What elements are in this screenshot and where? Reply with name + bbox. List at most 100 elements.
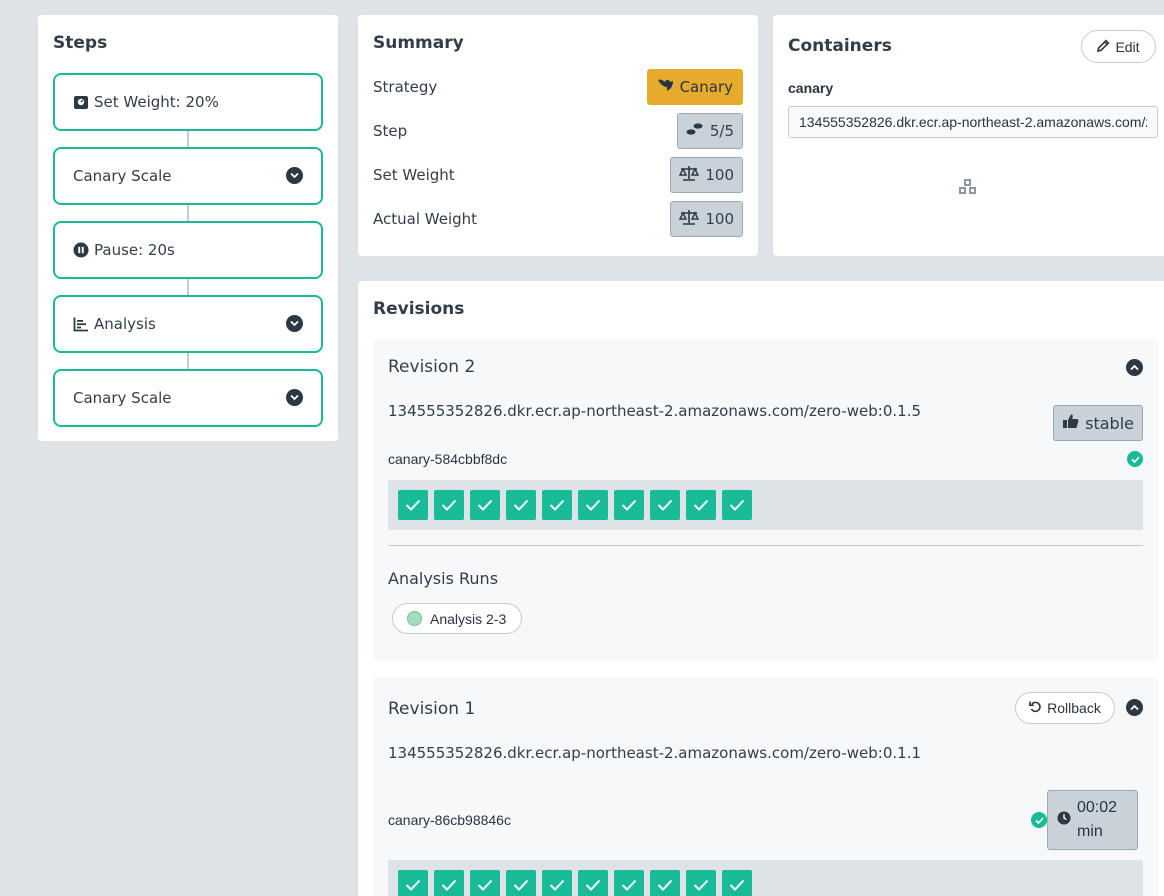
pod-status[interactable] xyxy=(578,490,608,520)
actual-weight-value: 100 xyxy=(705,210,734,228)
revision-title: Revision 1 xyxy=(388,699,476,719)
check-icon xyxy=(477,879,493,891)
check-icon xyxy=(729,879,745,891)
check-icon xyxy=(657,499,673,511)
undo-icon xyxy=(1029,700,1042,716)
pods-row xyxy=(388,860,1143,896)
pod-status[interactable] xyxy=(650,870,680,896)
analysis-run-label: Analysis 2-3 xyxy=(430,610,507,627)
pod-status[interactable] xyxy=(722,490,752,520)
check-icon xyxy=(693,879,709,891)
step-label: Analysis xyxy=(94,315,156,333)
summary-row-strategy: Strategy Canary xyxy=(373,69,743,105)
chevron-up-icon[interactable] xyxy=(1126,359,1143,376)
analysis-runs-title: Analysis Runs xyxy=(388,569,499,588)
check-icon xyxy=(441,499,457,511)
chevron-down-icon[interactable] xyxy=(286,389,303,406)
revision-card: Revision 1 Rollback 134555352826.dkr.ecr… xyxy=(373,677,1158,896)
steps-title: Steps xyxy=(53,33,108,53)
timer-text: 00:02 min xyxy=(1077,796,1117,844)
timer-badge: 00:02 min xyxy=(1047,790,1138,850)
rollback-button[interactable]: Rollback xyxy=(1015,692,1115,724)
badge-label: stable xyxy=(1085,413,1134,433)
pods-row xyxy=(388,480,1143,530)
check-icon xyxy=(513,879,529,891)
analysis-run-pill[interactable]: Analysis 2-3 xyxy=(392,603,523,634)
step-value: 5/5 xyxy=(709,122,734,140)
summary-label: Strategy xyxy=(373,78,438,96)
check-icon xyxy=(513,499,529,511)
clock-icon xyxy=(1057,811,1071,830)
pod-status[interactable] xyxy=(686,490,716,520)
check-circle-icon xyxy=(1031,812,1047,828)
rollback-label: Rollback xyxy=(1047,700,1101,716)
check-icon xyxy=(477,499,493,511)
check-icon xyxy=(657,879,673,891)
container-image-input[interactable] xyxy=(788,106,1158,138)
set-weight-badge: 100 xyxy=(670,157,743,193)
divider xyxy=(388,545,1143,546)
pod-status[interactable] xyxy=(578,870,608,896)
chevron-down-icon[interactable] xyxy=(286,167,303,184)
revisions-panel: Revisions Revision 2 134555352826.dkr.ec… xyxy=(358,281,1164,896)
bird-icon xyxy=(657,78,674,97)
chevron-down-icon[interactable] xyxy=(286,315,303,332)
pod-status[interactable] xyxy=(542,490,572,520)
pod-status[interactable] xyxy=(434,490,464,520)
steps-panel: Steps Set Weight: 20% Canary Scale Pause… xyxy=(38,15,338,441)
summary-label: Set Weight xyxy=(373,166,455,184)
pod-status[interactable] xyxy=(506,870,536,896)
step-label: Pause: 20s xyxy=(94,241,175,259)
edit-button[interactable]: Edit xyxy=(1081,30,1156,63)
step-analysis[interactable]: Analysis xyxy=(53,295,323,353)
step-pause[interactable]: Pause: 20s xyxy=(53,221,323,279)
pod-status[interactable] xyxy=(470,870,500,896)
pod-status[interactable] xyxy=(614,490,644,520)
balance-scale-icon xyxy=(679,165,700,185)
check-circle-icon xyxy=(1127,451,1143,467)
pod-status[interactable] xyxy=(398,870,428,896)
check-icon xyxy=(405,879,421,891)
pod-status[interactable] xyxy=(470,490,500,520)
step-canary-scale[interactable]: Canary Scale xyxy=(53,369,323,427)
revisions-title: Revisions xyxy=(373,299,465,319)
summary-row-set-weight: Set Weight 100 xyxy=(373,157,743,193)
pod-status[interactable] xyxy=(686,870,716,896)
pod-status[interactable] xyxy=(398,490,428,520)
actual-weight-badge: 100 xyxy=(670,201,743,237)
chevron-up-icon[interactable] xyxy=(1126,699,1143,716)
check-icon xyxy=(585,879,601,891)
pod-status[interactable] xyxy=(722,870,752,896)
check-icon xyxy=(621,879,637,891)
check-icon xyxy=(621,499,637,511)
pause-icon xyxy=(73,242,89,258)
pod-status[interactable] xyxy=(506,490,536,520)
container-name: canary xyxy=(788,80,834,96)
summary-title: Summary xyxy=(373,33,464,53)
stable-badge: stable xyxy=(1053,405,1143,441)
pod-status[interactable] xyxy=(542,870,572,896)
step-set-weight[interactable]: Set Weight: 20% xyxy=(53,73,323,131)
chart-icon xyxy=(73,316,89,332)
check-icon xyxy=(549,879,565,891)
summary-row-step: Step 5/5 xyxy=(373,113,743,149)
weight-icon xyxy=(73,94,89,110)
step-label: Canary Scale xyxy=(73,389,172,407)
check-icon xyxy=(441,879,457,891)
pod-status[interactable] xyxy=(650,490,680,520)
timer-value: 00:02 xyxy=(1077,799,1118,816)
set-weight-value: 100 xyxy=(705,166,734,184)
pod-status[interactable] xyxy=(614,870,644,896)
check-icon xyxy=(549,499,565,511)
step-canary-scale[interactable]: Canary Scale xyxy=(53,147,323,205)
strategy-value: Canary xyxy=(679,78,733,96)
replicaset-name: canary-86cb98846c xyxy=(388,812,511,828)
revision-title: Revision 2 xyxy=(388,357,476,377)
check-icon xyxy=(585,499,601,511)
cubes-icon xyxy=(958,178,978,200)
pod-status[interactable] xyxy=(434,870,464,896)
step-label: Canary Scale xyxy=(73,167,172,185)
containers-title: Containers xyxy=(788,36,892,56)
summary-panel: Summary Strategy Canary Step 5/5 Set Wei… xyxy=(358,15,758,256)
pencil-icon xyxy=(1097,38,1110,55)
